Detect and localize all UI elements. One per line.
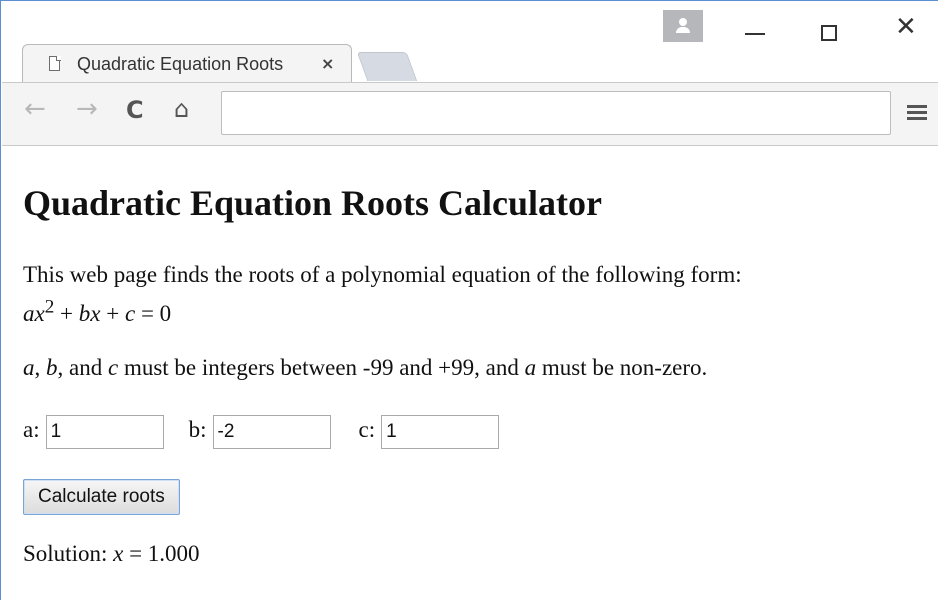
profile-body-shape xyxy=(676,27,690,33)
constraint-mid: must be integers between -99 and +99, an… xyxy=(118,355,525,380)
back-arrow-icon[interactable]: ← xyxy=(24,96,46,122)
page-title: Quadratic Equation Roots Calculator xyxy=(23,183,603,223)
a-label: a: xyxy=(23,417,40,443)
forward-arrow-icon[interactable]: → xyxy=(76,96,98,122)
maximize-icon[interactable] xyxy=(821,25,837,41)
b-input[interactable] xyxy=(212,415,331,449)
title-bar: Quadratic Equation Roots × ✕ xyxy=(2,2,938,84)
c-input[interactable] xyxy=(381,415,500,449)
constraint-end: must be non-zero. xyxy=(536,355,708,380)
equation-plus-1: + xyxy=(54,300,79,326)
a-input[interactable] xyxy=(45,415,164,449)
calculate-roots-button[interactable]: Calculate roots xyxy=(23,479,180,515)
solution-variable: x xyxy=(113,541,124,566)
profile-icon[interactable] xyxy=(663,10,703,42)
new-tab-button[interactable] xyxy=(356,52,418,81)
constraint-a: a xyxy=(23,355,35,380)
equation-c: c xyxy=(124,300,136,326)
equation-exponent: 2 xyxy=(44,296,55,317)
equation-b: bx xyxy=(78,300,101,326)
intro-text: This web page finds the roots of a polyn… xyxy=(23,262,742,287)
equation: ax2 + bx + c = 0 xyxy=(23,296,172,326)
equation-equals: = 0 xyxy=(135,300,172,326)
document-icon xyxy=(49,56,60,71)
constraint-text: a, b, and c must be integers between -99… xyxy=(23,355,707,381)
solution-text: Solution: x = 1.000 xyxy=(23,541,200,567)
coefficient-inputs: a: b: c: xyxy=(23,415,500,449)
intro-paragraph: This web page finds the roots of a polyn… xyxy=(23,259,742,330)
b-label: b: xyxy=(188,417,207,443)
profile-head-shape xyxy=(679,18,687,26)
tab-close-icon[interactable]: × xyxy=(321,54,334,73)
browser-tab[interactable]: Quadratic Equation Roots × xyxy=(22,44,352,84)
constraint-sep-2: , and xyxy=(57,355,108,380)
tab-title: Quadratic Equation Roots xyxy=(77,54,284,74)
solution-value: = 1.000 xyxy=(123,541,200,566)
browser-window: Quadratic Equation Roots × ✕ ← → C ⌂ Qua… xyxy=(0,0,938,600)
browser-toolbar: ← → C ⌂ xyxy=(2,82,938,146)
equation-plus-2: + xyxy=(100,300,125,326)
minimize-icon[interactable] xyxy=(745,33,765,35)
equation-a: ax xyxy=(23,300,45,326)
constraint-sep-1: , xyxy=(34,355,46,380)
constraint-b: b xyxy=(46,355,58,380)
solution-prefix: Solution: xyxy=(23,541,114,566)
constraint-c: c xyxy=(107,355,119,380)
home-icon[interactable]: ⌂ xyxy=(174,97,189,121)
constraint-a-2: a xyxy=(524,355,537,380)
menu-icon[interactable] xyxy=(907,105,927,121)
reload-icon[interactable]: C xyxy=(126,98,144,122)
window-close-icon[interactable]: ✕ xyxy=(895,14,917,40)
c-label: c: xyxy=(358,417,376,443)
address-bar[interactable] xyxy=(221,91,891,135)
